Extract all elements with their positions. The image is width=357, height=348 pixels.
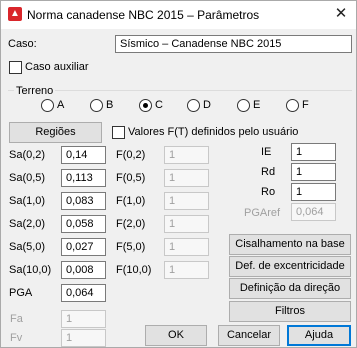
title-bar: ▲ Norma canadense NBC 2015 – Parâmetros … [1, 1, 356, 29]
rd-label: Rd [261, 166, 276, 178]
terreno-radio-e[interactable] [237, 99, 250, 112]
f-field[interactable]: 1 [164, 192, 209, 210]
fv-field[interactable]: 1 [61, 329, 106, 347]
sa-field[interactable]: 0,113 [61, 169, 106, 187]
sa-field[interactable]: 0,14 [61, 146, 106, 164]
f-field[interactable]: 1 [164, 215, 209, 233]
regioes-button[interactable]: Regiões [9, 122, 102, 143]
sa-field[interactable]: 0,008 [61, 261, 106, 279]
caso-auxiliar-checkbox[interactable] [9, 61, 22, 74]
app-icon: ▲ [8, 7, 22, 21]
excentricidade-button[interactable]: Def. de excentricidade [229, 256, 351, 277]
ok-button[interactable]: OK [145, 325, 207, 346]
valores-ft-checkbox[interactable] [112, 126, 125, 139]
sa-label: Sa(1,0) [9, 195, 46, 207]
f-field[interactable]: 1 [164, 146, 209, 164]
f-label: F(1,0) [116, 195, 146, 207]
terreno-radio-b[interactable] [90, 99, 103, 112]
close-icon[interactable]: ✕ [330, 3, 352, 25]
terreno-option-d: D [203, 99, 211, 111]
fa-field[interactable]: 1 [61, 310, 106, 328]
rd-field[interactable]: 1 [291, 163, 336, 181]
filtros-button[interactable]: Filtros [229, 301, 351, 322]
ajuda-button[interactable]: Ajuda [287, 325, 351, 346]
caso-field[interactable]: Sísmico – Canadense NBC 2015 [115, 35, 352, 53]
caso-label: Caso: [8, 38, 37, 50]
terreno-option-c: C [155, 99, 163, 111]
f-label: F(10,0) [116, 264, 152, 276]
pgaref-label: PGAref [244, 207, 281, 219]
sa-label: Sa(5,0) [9, 241, 46, 253]
sa-field[interactable]: 0,083 [61, 192, 106, 210]
terreno-option-a: A [57, 99, 65, 111]
direcao-button[interactable]: Definição da direção [229, 278, 351, 299]
f-label: F(2,0) [116, 218, 146, 230]
pgaref-field[interactable]: 0,064 [291, 203, 336, 221]
ro-label: Ro [261, 186, 276, 198]
pga-label: PGA [9, 287, 33, 299]
f-field[interactable]: 1 [164, 261, 209, 279]
window-title: Norma canadense NBC 2015 – Parâmetros [27, 8, 260, 22]
sa-field[interactable]: 0,027 [61, 238, 106, 256]
terreno-label: Terreno [14, 85, 56, 97]
sa-label: Sa(0,5) [9, 172, 46, 184]
f-label: F(0,5) [116, 172, 146, 184]
terreno-radio-d[interactable] [187, 99, 200, 112]
f-field[interactable]: 1 [164, 169, 209, 187]
f-label: F(0,2) [116, 149, 146, 161]
valores-ft-label: Valores F(T) definidos pelo usuário [128, 126, 299, 138]
dialog-window: ▲ Norma canadense NBC 2015 – Parâmetros … [0, 0, 357, 348]
terreno-option-e: E [253, 99, 261, 111]
cancelar-button[interactable]: Cancelar [218, 325, 280, 346]
sa-label: Sa(0,2) [9, 149, 46, 161]
fv-label: Fv [10, 332, 23, 344]
caso-auxiliar-label: Caso auxiliar [25, 61, 89, 73]
terreno-radio-a[interactable] [41, 99, 54, 112]
pga-field[interactable]: 0,064 [61, 284, 106, 302]
ie-label: IE [261, 146, 272, 158]
terreno-radio-f[interactable] [286, 99, 299, 112]
terreno-option-f: F [302, 99, 309, 111]
sa-label: Sa(10,0) [9, 264, 52, 276]
cisalhamento-button[interactable]: Cisalhamento na base [229, 234, 351, 255]
f-field[interactable]: 1 [164, 238, 209, 256]
f-label: F(5,0) [116, 241, 146, 253]
terreno-option-b: B [106, 99, 114, 111]
ro-field[interactable]: 1 [291, 183, 336, 201]
fa-label: Fa [10, 313, 23, 325]
sa-field[interactable]: 0,058 [61, 215, 106, 233]
sa-label: Sa(2,0) [9, 218, 46, 230]
terreno-radio-c[interactable] [139, 99, 152, 112]
ie-field[interactable]: 1 [291, 143, 336, 161]
